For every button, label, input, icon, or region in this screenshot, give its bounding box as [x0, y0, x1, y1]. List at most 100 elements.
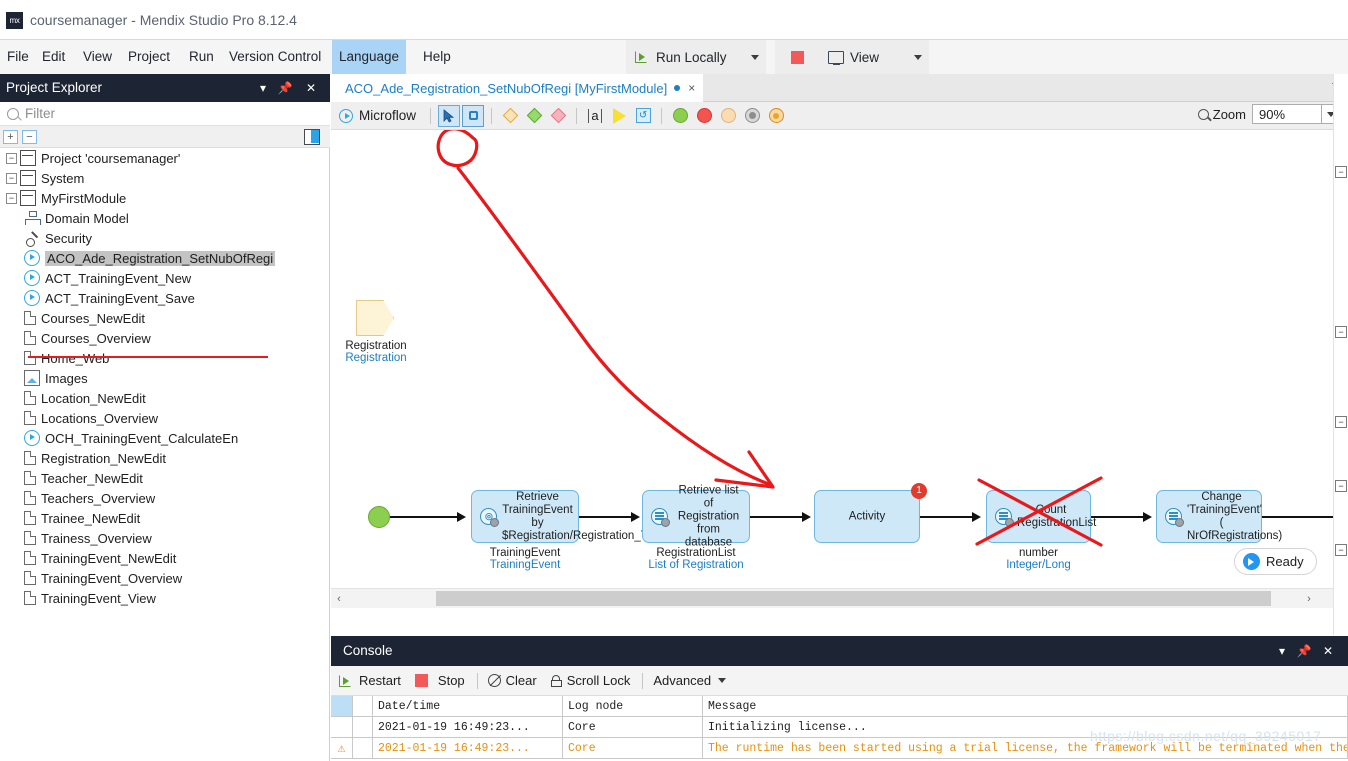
unsaved-dot-icon [674, 85, 681, 91]
collapse-panel-4[interactable]: − [1335, 480, 1347, 492]
tab-aco-registration[interactable]: ACO_Ade_Registration_SetNubOfRegi [MyFir… [331, 74, 704, 102]
zoom-value[interactable]: 90% [1252, 104, 1322, 124]
hscroll-thumb[interactable] [436, 591, 1271, 606]
node-count-registration-list[interactable]: Count RegistrationList [986, 490, 1096, 543]
tree-item-label: Images [45, 370, 88, 386]
tree-item-teachers-overview[interactable]: Teachers_Overview [0, 488, 330, 508]
tree-expander[interactable]: − [6, 192, 17, 204]
tree-expander[interactable]: − [6, 152, 17, 164]
break-event-tool[interactable] [741, 105, 763, 127]
collapse-all-button[interactable]: − [22, 130, 37, 144]
menu-version-control[interactable]: Version Control [218, 40, 332, 74]
node-retrieve-training-event[interactable]: ◎ Retrieve TrainingEvent by $Registratio… [471, 490, 669, 543]
run-locally-dropdown[interactable] [744, 40, 766, 74]
tree-item-home-web[interactable]: Home_Web [0, 348, 330, 368]
expand-all-button[interactable]: + [3, 130, 18, 144]
divider [642, 672, 644, 689]
console-restart-button[interactable]: Restart [339, 673, 401, 688]
connector-4 [920, 516, 976, 518]
run-locally-button[interactable]: Run Locally [626, 40, 744, 74]
object-activity-tool[interactable] [462, 104, 485, 127]
node-change-training-event[interactable]: Change 'TrainingEvent' ( NrOfRegistratio… [1156, 490, 1282, 543]
close-icon[interactable]: × [688, 81, 695, 95]
tree-item-project-coursemanager[interactable]: − Project 'coursemanager' [0, 148, 330, 168]
loop-tool[interactable]: ↺ [632, 105, 654, 127]
page-icon [24, 311, 36, 325]
stop-event-tool[interactable] [693, 105, 715, 127]
start-event-node[interactable] [368, 506, 390, 528]
parameter-tool[interactable] [608, 105, 630, 127]
exclusive-split-tool[interactable] [499, 105, 521, 127]
tree-item-courses-overview[interactable]: Courses_Overview [0, 328, 330, 348]
divider [491, 107, 493, 124]
collapse-panel-3[interactable]: − [1335, 416, 1347, 428]
console-clear-button[interactable]: Clear [487, 673, 537, 688]
tree-item-trainingevent-view[interactable]: TrainingEvent_View [0, 588, 330, 608]
tree-item-trainess-overview[interactable]: Trainess_Overview [0, 528, 330, 548]
page-icon [24, 551, 36, 565]
canvas-horizontal-scrollbar[interactable]: ‹ › [331, 588, 1333, 608]
collapse-panel-2[interactable]: − [1335, 326, 1347, 338]
merge-tool[interactable] [523, 105, 545, 127]
stop-button[interactable] [775, 40, 819, 74]
row-lognode: Core [563, 717, 703, 738]
chevron-down-icon[interactable]: ▾ [252, 74, 274, 102]
scroll-left-arrow-icon[interactable]: ‹ [331, 589, 347, 608]
tree-item-myfirstmodule[interactable]: − MyFirstModule [0, 188, 330, 208]
close-icon[interactable]: ✕ [300, 74, 322, 102]
view-app-button[interactable]: View [819, 40, 907, 74]
collapse-panel-1[interactable]: − [1335, 166, 1347, 178]
filter-input[interactable]: Filter [0, 102, 330, 126]
tree-item-trainee-newedit[interactable]: Trainee_NewEdit [0, 508, 330, 528]
right-dock-strip: − − − − − [1333, 74, 1348, 635]
tree-item-domain-model[interactable]: Domain Model [0, 208, 330, 228]
console-stop-button[interactable]: Stop [414, 673, 465, 688]
tree-item-location-newedit[interactable]: Location_NewEdit [0, 388, 330, 408]
tree-item-registration-newedit[interactable]: Registration_NewEdit [0, 448, 330, 468]
microflow-parameter-shape[interactable] [356, 300, 394, 336]
tree-item-trainingevent-newedit[interactable]: TrainingEvent_NewEdit [0, 548, 330, 568]
tree-item-teacher-newedit[interactable]: Teacher_NewEdit [0, 468, 330, 488]
tree-item-courses-newedit[interactable]: Courses_NewEdit [0, 308, 330, 328]
console-scroll-lock-button[interactable]: Scroll Lock [550, 673, 630, 688]
continue-event-tool[interactable] [717, 105, 739, 127]
menu-language[interactable]: Language [332, 40, 406, 74]
pointer-tool[interactable] [438, 104, 461, 127]
error-event-tool[interactable] [765, 105, 787, 127]
menu-help[interactable]: Help [412, 40, 462, 74]
pin-icon[interactable]: 📌 [274, 74, 296, 102]
menu-project[interactable]: Project [117, 40, 181, 74]
tree-item-act-trainingevent-new[interactable]: ACT_TrainingEvent_New [0, 268, 330, 288]
tree-item-locations-overview[interactable]: Locations_Overview [0, 408, 330, 428]
tree-item-security[interactable]: Security [0, 228, 330, 248]
tree-item-aco-ade-registration-setnubofregi[interactable]: ACO_Ade_Registration_SetNubOfRegi [0, 248, 330, 268]
console-advanced-button[interactable]: Advanced [653, 673, 727, 688]
scroll-right-arrow-icon[interactable]: › [1301, 589, 1317, 608]
microflow-canvas[interactable]: Registration Registration ◎ Retrieve Tra… [331, 130, 1333, 608]
annotation-tool[interactable]: a [584, 105, 606, 127]
close-icon[interactable]: ✕ [1318, 636, 1338, 666]
merge-diamond-icon [526, 107, 542, 124]
node-retrieve-registration-list[interactable]: Retrieve list of Registration from datab… [642, 484, 750, 548]
error-handler-tool[interactable] [547, 105, 569, 127]
microflow-icon [339, 108, 353, 123]
node-activity-placeholder[interactable]: Activity 1 [814, 483, 927, 543]
parameter-arrow-icon [612, 107, 626, 124]
node-caption-type: List of Registration [648, 559, 744, 571]
menu-view[interactable]: View [72, 40, 123, 74]
tree-item-trainingevent-overview[interactable]: TrainingEvent_Overview [0, 568, 330, 588]
pin-icon[interactable]: 📌 [1294, 636, 1314, 666]
tree-item-act-trainingevent-save[interactable]: ACT_TrainingEvent_Save [0, 288, 330, 308]
ready-status-pill[interactable]: Ready [1234, 548, 1317, 575]
chevron-down-icon[interactable]: ▾ [1272, 636, 1292, 666]
dock-icon[interactable] [304, 129, 320, 145]
tree-expander[interactable]: − [6, 172, 17, 184]
menu-edit[interactable]: Edit [31, 40, 76, 74]
collapse-panel-5[interactable]: − [1335, 544, 1347, 556]
view-dropdown[interactable] [907, 40, 929, 74]
tree-item-images[interactable]: Images [0, 368, 330, 388]
tree-item-system[interactable]: − System [0, 168, 330, 188]
tree-item-och-trainingevent-calculateen[interactable]: OCH_TrainingEvent_CalculateEn [0, 428, 330, 448]
start-event-tool[interactable] [669, 105, 691, 127]
error-badge[interactable]: 1 [911, 483, 927, 499]
